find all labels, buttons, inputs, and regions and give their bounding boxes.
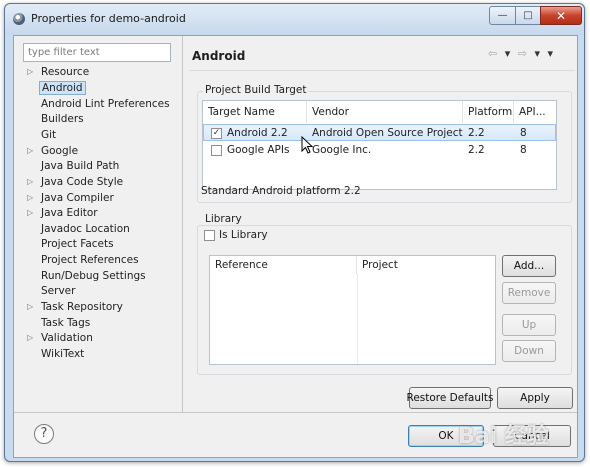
- cancel-button[interactable]: Cancel: [493, 425, 571, 447]
- column-header-reference[interactable]: Reference: [210, 256, 357, 274]
- target-checkbox[interactable]: ✓: [211, 128, 222, 139]
- tree-item-resource[interactable]: ▷ Resource: [23, 66, 173, 81]
- tree-item-java-code-style[interactable]: ▷ Java Code Style: [23, 176, 173, 191]
- add-button[interactable]: Add...: [502, 255, 556, 277]
- expand-arrow-icon[interactable]: ▷: [27, 67, 33, 76]
- back-dropdown-icon[interactable]: ▾: [505, 47, 513, 60]
- properties-dialog: Properties for demo-android — □ ✕ type f…: [4, 3, 585, 462]
- footer-divider: [14, 412, 577, 413]
- filter-input[interactable]: type filter text: [23, 43, 171, 62]
- header-divider: [189, 70, 575, 71]
- tree-item-project-references[interactable]: Project References: [23, 254, 173, 269]
- column-header-platform[interactable]: Platform: [463, 101, 514, 123]
- column-header-vendor[interactable]: Vendor: [307, 101, 463, 123]
- tree-item-validation[interactable]: ▷ Validation: [23, 332, 173, 347]
- target-checkbox[interactable]: [211, 145, 222, 156]
- page-title: Android: [192, 49, 246, 63]
- expand-arrow-icon[interactable]: ▷: [27, 177, 33, 186]
- dialog-body: type filter text ▷ Resource Android Andr…: [13, 35, 578, 458]
- help-icon[interactable]: ?: [34, 424, 54, 444]
- expand-arrow-icon[interactable]: ▷: [27, 146, 33, 155]
- tree-item-wikitext[interactable]: WikiText: [23, 348, 173, 363]
- expand-arrow-icon[interactable]: ▷: [27, 193, 33, 202]
- minimize-button[interactable]: —: [489, 6, 516, 25]
- library-reference-table: Reference Project: [209, 255, 496, 365]
- close-button[interactable]: ✕: [540, 6, 582, 25]
- mouse-cursor-icon: [301, 136, 314, 154]
- library-group-label: Library: [203, 213, 244, 225]
- column-header-api[interactable]: API...: [514, 101, 556, 123]
- tree-item-javadoc-location[interactable]: Javadoc Location: [23, 223, 173, 238]
- title-bar[interactable]: Properties for demo-android — □ ✕: [5, 4, 584, 35]
- build-target-description: Standard Android platform 2.2: [201, 185, 361, 197]
- tree-item-run-debug-settings[interactable]: Run/Debug Settings: [23, 270, 173, 285]
- tree-item-java-build-path[interactable]: Java Build Path: [23, 160, 173, 175]
- remove-button[interactable]: Remove: [502, 282, 556, 304]
- property-tree: ▷ Resource Android Android Lint Preferen…: [23, 66, 173, 406]
- tree-item-server[interactable]: Server: [23, 285, 173, 300]
- forward-arrow-icon[interactable]: ⇨: [518, 47, 529, 60]
- ok-button[interactable]: OK: [408, 425, 484, 447]
- table-row[interactable]: Google APIs Google Inc. 2.2 8: [203, 142, 556, 159]
- maximize-button[interactable]: □: [515, 6, 541, 25]
- build-target-table: Target Name Vendor Platform API... ✓ And…: [202, 100, 557, 190]
- column-divider: [357, 274, 358, 364]
- restore-defaults-button[interactable]: Restore Defaults: [407, 387, 494, 409]
- window-title: Properties for demo-android: [31, 12, 186, 25]
- tree-item-java-editor[interactable]: ▷ Java Editor: [23, 207, 173, 222]
- tree-item-git[interactable]: Git: [23, 129, 173, 144]
- expand-arrow-icon[interactable]: ▷: [27, 333, 33, 342]
- expand-arrow-icon[interactable]: ▷: [27, 302, 33, 311]
- column-header-target-name[interactable]: Target Name: [203, 101, 307, 123]
- back-arrow-icon[interactable]: ⇦: [488, 47, 499, 60]
- build-target-group-label: Project Build Target: [203, 84, 309, 96]
- tree-item-task-repository[interactable]: ▷ Task Repository: [23, 301, 173, 316]
- tree-item-android-lint-preferences[interactable]: Android Lint Preferences: [23, 98, 173, 113]
- tree-item-project-facets[interactable]: Project Facets: [23, 238, 173, 253]
- expand-arrow-icon[interactable]: ▷: [27, 208, 33, 217]
- down-button[interactable]: Down: [502, 340, 556, 362]
- forward-dropdown-icon[interactable]: ▾: [534, 47, 542, 60]
- pane-divider[interactable]: [182, 36, 183, 412]
- view-menu-icon[interactable]: ▾: [548, 47, 556, 60]
- checkbox-box[interactable]: [204, 230, 215, 241]
- eclipse-icon: [13, 13, 25, 25]
- tree-item-java-compiler[interactable]: ▷ Java Compiler: [23, 192, 173, 207]
- tree-item-google[interactable]: ▷ Google: [23, 145, 173, 160]
- history-nav: ⇦ ▾ ⇨ ▾ ▾: [488, 47, 555, 60]
- column-header-project[interactable]: Project: [357, 256, 495, 274]
- tree-item-android[interactable]: Android: [23, 81, 173, 97]
- tree-item-builders[interactable]: Builders: [23, 113, 173, 128]
- apply-button[interactable]: Apply: [497, 387, 573, 409]
- tree-item-task-tags[interactable]: Task Tags: [23, 317, 173, 332]
- up-button[interactable]: Up: [502, 314, 556, 336]
- table-row[interactable]: ✓ Android 2.2 Android Open Source Projec…: [203, 124, 556, 141]
